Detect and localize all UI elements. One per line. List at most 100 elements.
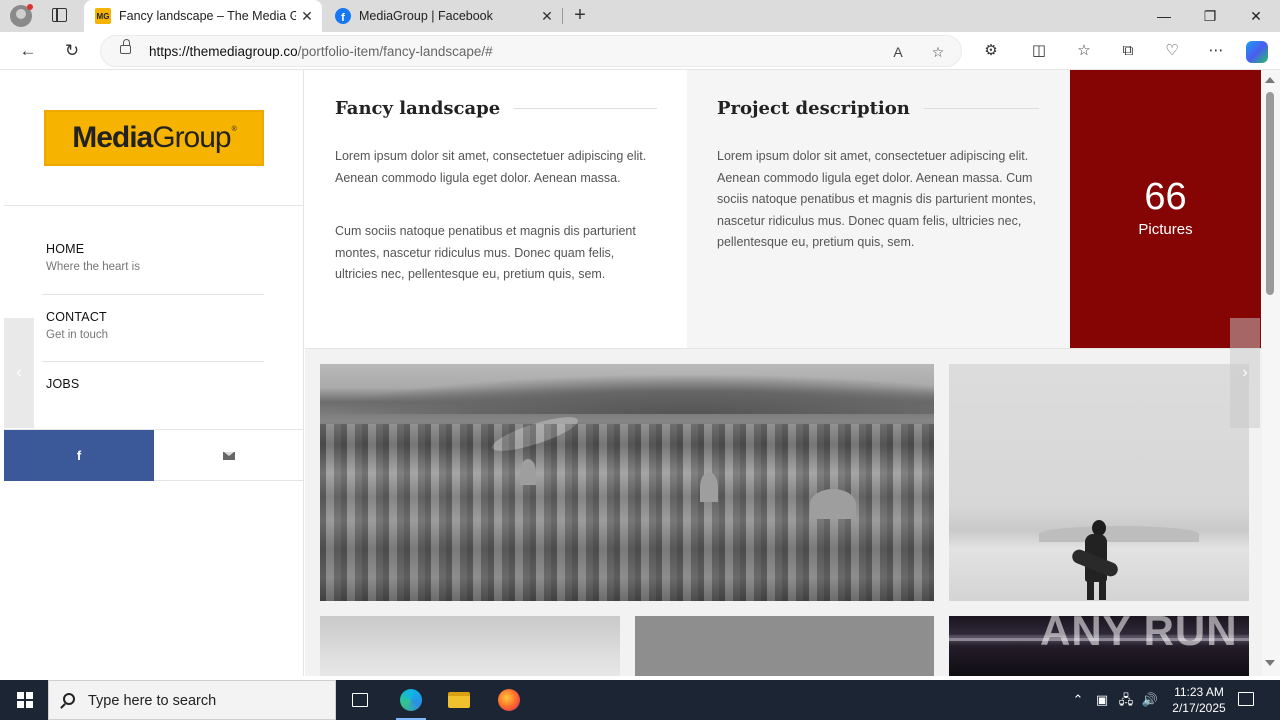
windows-logo-icon	[17, 692, 33, 708]
split-screen-icon[interactable]: ◫	[1028, 40, 1050, 62]
tab-actions-icon[interactable]	[52, 8, 67, 22]
new-tab-icon[interactable]: +	[570, 4, 590, 26]
mediagroup-favicon-icon: MG	[95, 8, 111, 24]
browser-essentials-icon[interactable]: ♡	[1161, 40, 1183, 62]
next-arrow-icon[interactable]: ›	[1230, 318, 1260, 428]
firefox-icon	[498, 689, 520, 711]
edge-icon	[400, 689, 422, 711]
anyrun-watermark: ANY RUN	[1040, 607, 1238, 654]
favorites-icon[interactable]: ☆	[1073, 40, 1095, 62]
show-hidden-icons-icon[interactable]: ⌃	[1068, 680, 1088, 720]
nav-item-home[interactable]: HOME Where the heart is	[46, 242, 264, 273]
scroll-thumb[interactable]	[1266, 92, 1274, 295]
address-toolbar: ← ↻ https://themediagroup.co/portfolio-i…	[0, 32, 1280, 70]
clock-date: 2/17/2025	[1172, 701, 1226, 715]
section-heading: Project description	[717, 98, 1039, 119]
tab-fancy-landscape[interactable]: MG Fancy landscape – The Media Group ✕	[84, 0, 322, 32]
network-icon[interactable]: 🖧	[1116, 680, 1136, 720]
page-scrollbar[interactable]	[1262, 70, 1280, 676]
url-domain: https://themediagroup.co	[149, 44, 298, 59]
nav-item-contact[interactable]: CONTACT Get in touch	[46, 310, 264, 341]
guitarist-leg-shape	[1087, 578, 1094, 600]
mail-icon	[223, 451, 235, 460]
task-view-button[interactable]	[337, 680, 383, 720]
extensions-icon[interactable]: ⚙	[980, 40, 1002, 62]
main-content: Fancy landscape Lorem ipsum dolor sit am…	[305, 70, 1262, 676]
nav-item-jobs[interactable]: JOBS	[46, 377, 264, 391]
security-tray-icon[interactable]: ▣	[1092, 680, 1112, 720]
search-icon	[63, 693, 75, 705]
more-menu-icon[interactable]: ⋯	[1205, 40, 1227, 62]
volume-icon[interactable]: 🔊	[1140, 680, 1160, 720]
social-links: f	[4, 429, 304, 481]
hills-shape	[320, 374, 934, 414]
tab-title: Fancy landscape – The Media Group	[119, 9, 296, 23]
gallery-image[interactable]	[635, 616, 934, 676]
close-tab-icon[interactable]: ✕	[296, 8, 318, 25]
favorite-star-icon[interactable]: ☆	[928, 42, 948, 62]
heading-rule	[923, 108, 1039, 109]
copilot-icon[interactable]	[1246, 41, 1268, 63]
section-heading: Fancy landscape	[335, 98, 657, 119]
refresh-icon[interactable]: ↻	[61, 40, 83, 62]
scroll-up-icon[interactable]	[1265, 77, 1275, 83]
scroll-down-icon[interactable]	[1265, 660, 1275, 666]
picture-count-box: 66 Pictures	[1070, 70, 1261, 348]
close-window-icon[interactable]: ✕	[1233, 0, 1279, 32]
taskbar-explorer-button[interactable]	[436, 680, 482, 720]
project-title: Fancy landscape	[335, 98, 501, 119]
paragraph: Cum sociis natoque penatibus et magnis d…	[335, 224, 636, 281]
picture-count-label: Pictures	[1138, 221, 1193, 238]
facebook-favicon-icon: f	[335, 8, 351, 24]
clock-time: 11:23 AM	[1174, 685, 1224, 699]
dune-shape	[1039, 526, 1199, 542]
picture-count: 66	[1144, 176, 1187, 218]
project-title-column: Fancy landscape Lorem ipsum dolor sit am…	[305, 70, 687, 348]
taskbar-edge-button[interactable]	[388, 680, 434, 720]
read-aloud-icon[interactable]: A	[888, 42, 908, 62]
nav-divider	[42, 361, 264, 362]
address-bar[interactable]: https://themediagroup.co/portfolio-item/…	[100, 35, 962, 67]
notifications-icon[interactable]	[1238, 692, 1254, 706]
paragraph: Lorem ipsum dolor sit amet, consectetuer…	[717, 149, 1036, 249]
nav-divider	[42, 294, 264, 295]
url-text[interactable]: https://themediagroup.co/portfolio-item/…	[149, 44, 493, 59]
description-title: Project description	[717, 98, 910, 119]
start-button[interactable]	[0, 680, 48, 720]
browser-tab-bar: MG Fancy landscape – The Media Group ✕ f…	[0, 0, 1280, 32]
nav-item-subtitle: Get in touch	[46, 329, 109, 341]
paragraph: Lorem ipsum dolor sit amet, consectetuer…	[335, 149, 647, 185]
folder-icon	[448, 692, 470, 708]
guitarist-leg-shape	[1099, 578, 1106, 600]
gallery-image-desert[interactable]	[949, 364, 1249, 601]
gallery-image-city[interactable]	[320, 364, 934, 601]
system-clock[interactable]: 11:23 AM 2/17/2025	[1164, 684, 1234, 716]
close-tab-icon[interactable]: ✕	[536, 8, 558, 25]
tab-separator	[562, 8, 563, 24]
logo-text-bold: Media	[72, 121, 153, 154]
site-logo[interactable]: Media Group ®	[44, 110, 264, 166]
taskbar-search-box[interactable]: Type here to search	[48, 680, 336, 720]
search-placeholder: Type here to search	[88, 693, 217, 709]
facebook-share-button[interactable]: f	[4, 430, 154, 481]
back-icon[interactable]: ←	[17, 40, 39, 62]
previous-arrow-icon[interactable]: ‹	[4, 318, 34, 428]
nav-item-title: HOME	[46, 242, 85, 256]
tab-title: MediaGroup | Facebook	[359, 9, 493, 23]
tower-shape	[520, 459, 536, 485]
restore-icon[interactable]: ❐	[1187, 0, 1233, 32]
tab-facebook[interactable]: f MediaGroup | Facebook ✕	[324, 0, 562, 32]
taskbar-firefox-button[interactable]	[486, 680, 532, 720]
cathedral-dome-shape	[810, 489, 856, 519]
windows-taskbar: Type here to search ⌃ ▣ 🖧 🔊 11:23 AM 2/1…	[0, 680, 1280, 720]
collections-icon[interactable]: ⧉	[1117, 40, 1139, 62]
minimize-icon[interactable]: —	[1141, 0, 1187, 32]
email-share-button[interactable]	[154, 430, 304, 481]
lock-icon[interactable]	[120, 39, 131, 54]
nav-item-title: JOBS	[46, 377, 80, 391]
task-view-icon	[352, 693, 368, 707]
nav-item-title: CONTACT	[46, 310, 107, 324]
tower-shape	[700, 472, 718, 502]
gallery-image[interactable]	[320, 616, 620, 676]
logo-area: Media Group ®	[4, 70, 304, 206]
